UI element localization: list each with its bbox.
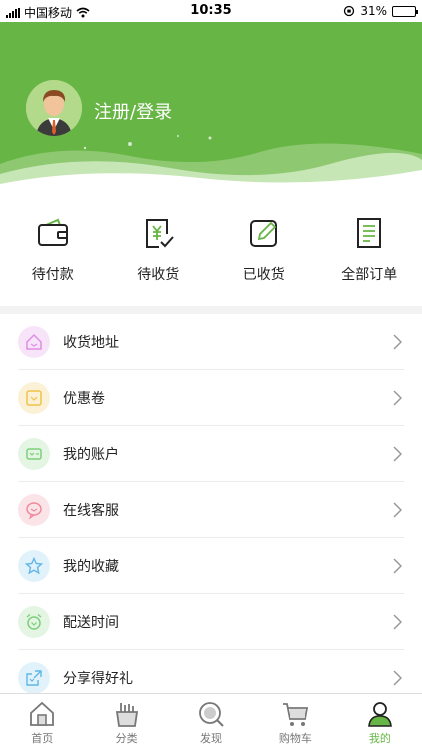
login-register-link[interactable]: 注册/登录 [94,98,172,124]
discover-icon [199,702,224,727]
bottom-tab-bar: 首页 分类 发现 购物车 我的 [0,693,422,750]
menu-item-account[interactable]: 我的账户 [18,426,404,482]
chevron-right-icon [393,502,402,518]
menu-label: 在线客服 [63,502,119,519]
home-icon [30,701,55,726]
menu-label: 我的账户 [63,446,119,463]
menu-item-favorites[interactable]: 我的收藏 [18,538,404,594]
order-label: 全部订单 [341,267,398,283]
tab-label: 发现 [200,732,223,745]
coupon-icon [18,381,50,414]
menu-label: 收货地址 [63,334,119,351]
home-icon [18,325,50,358]
chat-icon [18,493,50,526]
star-icon [18,549,50,582]
tab-discover[interactable]: 发现 [169,694,253,750]
order-pending-receipt[interactable]: 待收货 [106,194,212,306]
tab-category[interactable]: 分类 [84,694,168,750]
chevron-right-icon [393,670,402,686]
settings-menu: 收货地址 优惠卷 我的账户 在线客服 我的收藏 配送时间 分享得好礼 [18,314,404,706]
tab-label: 首页 [31,732,54,745]
chevron-right-icon [393,614,402,630]
tab-cart[interactable]: 购物车 [253,694,337,750]
order-all[interactable]: 全部订单 [317,194,422,306]
receipt-icon [146,219,174,248]
status-bar: 中国移动 10:35 31% [0,0,422,22]
edit-box-icon [249,220,277,247]
order-shortcuts: 待付款 待收货 已收货 全部订单 [0,194,422,306]
tab-label: 分类 [115,732,138,745]
battery-icon [392,5,418,17]
status-right: 31% [343,4,418,18]
user-avatar-icon [26,80,82,136]
user-icon [367,702,392,727]
profile-header: 注册/登录 [0,22,422,194]
order-label: 待收货 [137,267,180,283]
menu-label: 优惠卷 [63,390,105,407]
chevron-right-icon [393,334,402,350]
share-icon [18,661,50,694]
cart-icon [283,703,309,726]
order-label: 已收货 [242,267,285,283]
chevron-right-icon [393,558,402,574]
menu-item-delivery-time[interactable]: 配送时间 [18,594,404,650]
menu-label: 我的收藏 [63,558,119,575]
menu-label: 配送时间 [63,614,119,631]
tab-home[interactable]: 首页 [0,694,84,750]
menu-item-customer-service[interactable]: 在线客服 [18,482,404,538]
header-wave [0,135,422,194]
menu-item-coupon[interactable]: 优惠卷 [18,370,404,426]
menu-label: 分享得好礼 [63,670,133,687]
order-received[interactable]: 已收货 [211,194,317,306]
tab-label: 购物车 [278,732,312,745]
wallet-icon [37,218,68,246]
alarm-clock-icon [18,605,50,638]
category-icon [115,703,138,727]
menu-item-address[interactable]: 收货地址 [18,314,404,370]
battery-percent: 31% [360,4,387,18]
tab-mine[interactable]: 我的 [338,694,422,750]
tab-label: 我的 [368,732,391,745]
section-divider [0,306,422,314]
wallet-icon [18,437,50,470]
orientation-lock-icon [344,5,355,17]
chevron-right-icon [393,446,402,462]
document-icon [357,218,382,248]
order-pending-payment[interactable]: 待付款 [0,194,106,306]
order-label: 待付款 [31,267,74,283]
avatar[interactable] [26,80,82,136]
chevron-right-icon [393,390,402,406]
